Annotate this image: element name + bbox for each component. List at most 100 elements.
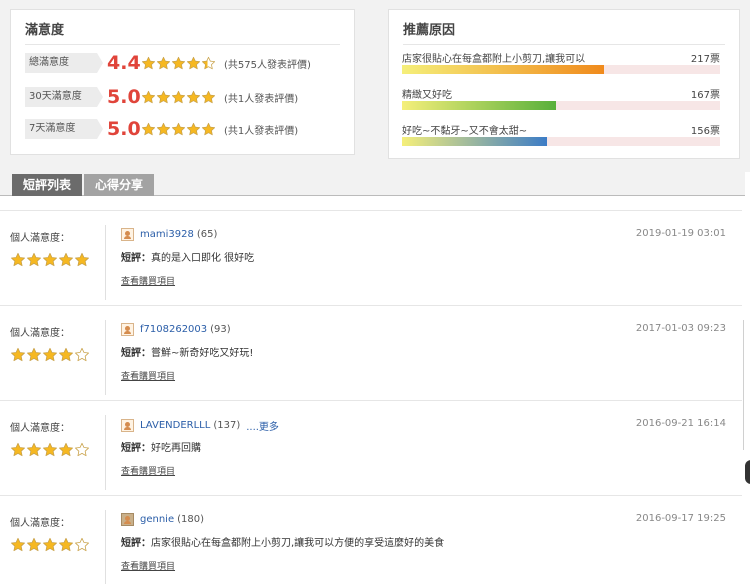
review-prefix: 短評：: [121, 348, 151, 359]
review-prefix: 短評：: [121, 253, 151, 264]
username-link[interactable]: f7108262003: [140, 324, 207, 335]
review-item: 個人滿意度： LAVENDERLLL (137) ....更多 2016-09-…: [0, 400, 742, 495]
reason-bar-fill: [402, 137, 547, 146]
star-full-icon: [157, 122, 170, 135]
personal-rating-label: 個人滿意度：: [10, 423, 70, 434]
reason-bar: [402, 65, 720, 74]
avatar-icon: [121, 228, 134, 241]
star-full-icon: [43, 537, 57, 552]
sat-row-7days: 7天滿意度 5.0 (共1人發表評價): [25, 118, 298, 140]
sat-label: 30天滿意度: [25, 87, 103, 107]
username-link[interactable]: LAVENDERLLL: [140, 420, 210, 431]
review-text: 短評：真的是入口即化 很好吃: [121, 249, 254, 264]
review-date: 2016-09-21 16:14: [635, 418, 726, 429]
sat-score: 5.0: [107, 86, 141, 108]
review-content: 真的是入口即化 很好吃: [151, 253, 255, 264]
star-full-icon: [187, 90, 200, 103]
star-full-icon: [27, 537, 41, 552]
reason-bar-fill: [402, 65, 604, 74]
personal-rating-label: 個人滿意度：: [10, 518, 70, 529]
review-item: 個人滿意度： gennie (180) 2016-09-17 19:25 短評：…: [0, 495, 742, 584]
satisfaction-title: 滿意度: [25, 10, 340, 45]
star-full-icon: [27, 347, 41, 362]
sat-row-total: 總滿意度 4.4 (共575人發表評價): [25, 52, 311, 74]
star-full-icon: [172, 56, 185, 69]
review-prefix: 短評：: [121, 443, 151, 454]
star-full-icon: [142, 56, 155, 69]
side-divider: [743, 320, 744, 450]
review-item: 個人滿意度： f7108262003 (93) 2017-01-03 09:23…: [0, 305, 742, 400]
personal-rating-label: 個人滿意度：: [10, 328, 70, 339]
tab-short-reviews[interactable]: 短評列表: [12, 174, 82, 196]
star-full-icon: [187, 122, 200, 135]
personal-rating-label: 個人滿意度：: [10, 233, 70, 244]
divider: [105, 415, 106, 490]
sat-score: 5.0: [107, 118, 141, 140]
star-full-icon: [187, 56, 200, 69]
review-section: 短評列表 心得分享 個人滿意度： mami3928 (65) 2019-01-1…: [0, 172, 750, 584]
star-full-icon: [142, 122, 155, 135]
sat-row-30days: 30天滿意度 5.0 (共1人發表評價): [25, 86, 298, 108]
user-level: (93): [210, 324, 231, 335]
reason-item: 好吃~不黏牙~又不會太甜~ 156票: [402, 122, 720, 146]
star-empty-icon: [75, 537, 89, 552]
avatar-icon: [121, 419, 134, 432]
sat-count: (共1人發表評價): [224, 93, 299, 105]
view-purchase-link[interactable]: 查看購買項目: [121, 369, 175, 382]
star-empty-icon: [75, 442, 89, 457]
user-level: (137): [213, 420, 241, 431]
star-full-icon: [11, 442, 25, 457]
reason-bar: [402, 137, 720, 146]
star-full-icon: [157, 56, 170, 69]
floating-scroll-button[interactable]: [745, 460, 750, 484]
star-rating: [10, 252, 90, 268]
sat-label: 7天滿意度: [25, 119, 103, 139]
star-full-icon: [43, 252, 57, 267]
star-full-icon: [27, 252, 41, 267]
star-rating: [141, 122, 216, 137]
reason-votes: 217票: [690, 54, 720, 65]
star-rating: [10, 442, 90, 458]
view-purchase-link[interactable]: 查看購買項目: [121, 464, 175, 477]
reason-votes: 167票: [690, 90, 720, 101]
star-full-icon: [59, 442, 73, 457]
star-full-icon: [202, 122, 215, 135]
star-rating: [141, 56, 216, 71]
star-full-icon: [11, 347, 25, 362]
sat-label: 總滿意度: [25, 53, 103, 73]
sat-score: 4.4: [107, 52, 141, 74]
review-date: 2016-09-17 19:25: [635, 513, 726, 524]
view-purchase-link[interactable]: 查看購買項目: [121, 559, 175, 572]
star-rating: [141, 90, 216, 105]
avatar-photo-icon: [121, 513, 134, 526]
view-purchase-link[interactable]: 查看購買項目: [121, 274, 175, 287]
star-full-icon: [43, 442, 57, 457]
divider: [105, 320, 106, 395]
more-link[interactable]: ....更多: [246, 418, 279, 433]
star-full-icon: [202, 90, 215, 103]
username-link[interactable]: gennie: [140, 514, 174, 525]
review-prefix: 短評：: [121, 538, 151, 549]
review-date: 2017-01-03 09:23: [635, 323, 726, 334]
star-full-icon: [75, 252, 89, 267]
star-full-icon: [59, 347, 73, 362]
sat-count: (共1人發表評價): [224, 125, 299, 137]
reason-text: 精緻又好吃: [402, 90, 452, 101]
star-empty-icon: [75, 347, 89, 362]
star-full-icon: [59, 537, 73, 552]
star-rating: [10, 347, 90, 363]
review-content: 嘗鮮~新奇好吃又好玩!: [151, 348, 254, 359]
reasons-panel: 推薦原因 店家很貼心在每盒都附上小剪刀,讓我可以 217票 精緻又好吃 167票…: [388, 9, 740, 159]
star-full-icon: [157, 90, 170, 103]
reason-bar-fill: [402, 101, 557, 110]
divider: [105, 225, 106, 300]
reasons-title: 推薦原因: [403, 10, 725, 45]
review-date: 2019-01-19 03:01: [635, 228, 726, 239]
star-full-icon: [27, 442, 41, 457]
divider: [105, 510, 106, 584]
review-text: 短評：店家很貼心在每盒都附上小剪刀,讓我可以方便的享受這麼好的美食: [121, 534, 444, 549]
avatar-icon: [121, 323, 134, 336]
satisfaction-panel: 滿意度 總滿意度 4.4 (共575人發表評價) 30天滿意度 5.0 (共1人…: [10, 9, 355, 155]
username-link[interactable]: mami3928: [140, 229, 194, 240]
tab-experience-share[interactable]: 心得分享: [84, 174, 154, 196]
